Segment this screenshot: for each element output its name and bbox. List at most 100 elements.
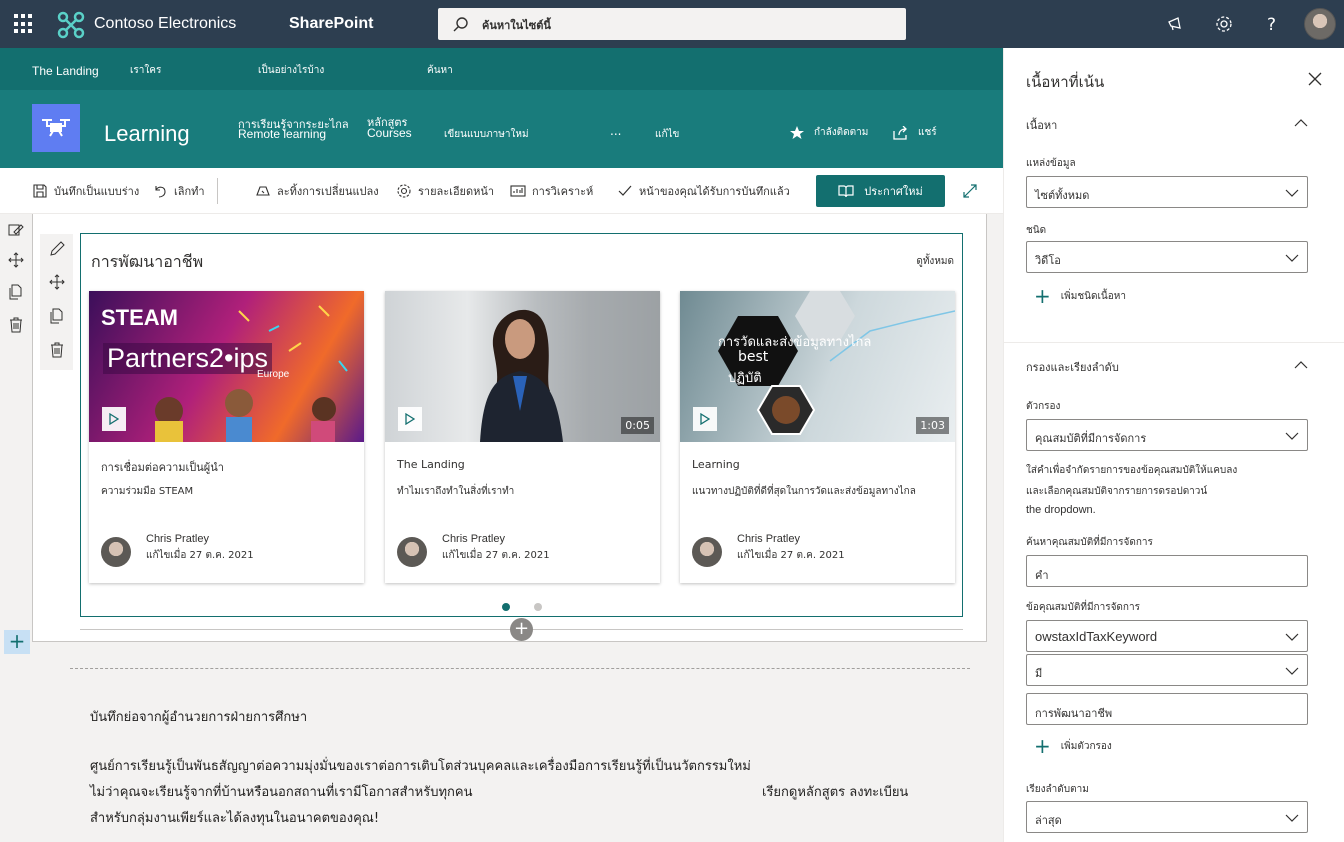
card-category[interactable]: การเชื่อมต่อความเป็นผู้นำ [101, 458, 224, 476]
video-thumbnail[interactable]: 0:05 [385, 291, 660, 442]
filter-help-line-2: และเลือกคุณสมบัติจากรายการดรอปดาวน์ [1026, 486, 1208, 497]
search-input[interactable]: ค้นหาในไซต์นี้ [482, 16, 551, 34]
page-details-button[interactable]: รายละเอียดหน้า [396, 182, 494, 200]
play-icon [405, 413, 415, 425]
video-card[interactable]: การวัดและส่งข้อมูลทางไกล best ปฏิบัติ 1:… [680, 291, 955, 583]
section-content-header[interactable]: เนื้อหา [1026, 116, 1057, 134]
panel-title: เนื้อหาที่เน้น [1026, 73, 1105, 91]
org-name[interactable]: Contoso Electronics [94, 15, 236, 33]
site-nav-edit[interactable]: แก้ไข [655, 127, 679, 142]
edit-section-icon[interactable] [8, 222, 24, 238]
text-paragraph-line-2[interactable]: ไม่ว่าคุณจะเรียนรู้จากที่บ้านหรือนอกสถาน… [90, 781, 473, 802]
play-icon [109, 413, 119, 425]
megaphone-icon[interactable] [1166, 14, 1186, 34]
card-title[interactable]: ความร่วมมือ STEAM [101, 484, 193, 499]
help-icon[interactable]: ? [1262, 14, 1282, 34]
card-category[interactable]: Learning [692, 458, 740, 471]
expand-icon[interactable] [962, 183, 978, 199]
chevron-up-icon[interactable] [1294, 360, 1308, 370]
filter-value: คุณสมบัติที่มีการจัดการ [1035, 432, 1147, 445]
play-button[interactable] [398, 407, 422, 431]
hub-nav-item-about[interactable]: เราใคร [130, 63, 161, 78]
site-nav-courses[interactable]: หลักสูตร Courses [367, 117, 412, 139]
duplicate-webpart-icon[interactable] [49, 308, 65, 324]
carousel-dot[interactable] [534, 603, 542, 611]
webpart-title: การพัฒนาอาชีพ [91, 252, 204, 271]
hub-nav: The Landing เราใคร เป็นอย่างไรบ้าง ค้นหา [0, 48, 1003, 90]
gear-icon[interactable] [1214, 14, 1234, 34]
follow-button[interactable]: กำลังติดตาม [790, 125, 868, 140]
site-logo[interactable] [32, 104, 80, 152]
move-icon[interactable] [8, 252, 24, 268]
see-all-link[interactable]: ดูทั้งหมด [916, 254, 954, 269]
card-category[interactable]: The Landing [397, 458, 465, 471]
saved-status-label: หน้าของคุณได้รับการบันทึกแล้ว [639, 185, 790, 198]
analytics-button[interactable]: การวิเคราะห์ [510, 182, 593, 200]
chevron-down-icon [1285, 814, 1299, 822]
chevron-down-icon [1285, 254, 1299, 262]
delete-icon[interactable] [8, 317, 24, 333]
sort-label: เรียงลำดับตาม [1026, 784, 1089, 795]
type-label: ชนิด [1026, 225, 1047, 236]
contoso-logo-icon[interactable] [56, 10, 86, 40]
carousel-dot-active[interactable] [502, 603, 510, 611]
site-title[interactable]: Learning [104, 121, 190, 147]
highlighted-content-webpart[interactable]: การพัฒนาอาชีพ ดูทั้งหมด STEAM Partners2•… [80, 233, 963, 617]
hub-nav-item-status[interactable]: เป็นอย่างไรบ้าง [258, 63, 324, 78]
card-title[interactable]: ทำไมเราถึงทำในสิ่งที่เราทำ [397, 484, 514, 499]
chevron-up-icon[interactable] [1294, 118, 1308, 128]
filter-dropdown[interactable]: คุณสมบัติที่มีการจัดการ [1026, 419, 1308, 451]
play-button[interactable] [102, 407, 126, 431]
text-paragraph-line-1[interactable]: ศูนย์การเรียนรู้เป็นพันธสัญญาต่อความมุ่ง… [90, 755, 751, 776]
author-avatar [101, 537, 131, 567]
hub-nav-item-landing[interactable]: The Landing [32, 64, 99, 78]
video-card[interactable]: 0:05 The Landing ทำไมเราถึงทำในสิ่งที่เร… [385, 291, 660, 583]
site-nav-remote-learning[interactable]: การเรียนรู้จากระยะไกล Remote learning [238, 119, 349, 140]
site-nav-new-language[interactable]: เขียนแบบภาษาใหม่ [444, 127, 529, 142]
managed-property-dropdown[interactable]: owstaxIdTaxKeyword [1026, 620, 1308, 652]
video-card[interactable]: STEAM Partners2•ips Europe การเชื่อมต่อค… [89, 291, 364, 583]
search-box[interactable]: ค้นหาในไซต์นี้ [438, 8, 906, 40]
filter-label: ตัวกรอง [1026, 401, 1061, 412]
edit-webpart-icon[interactable] [49, 241, 65, 257]
section-filter-header[interactable]: กรองและเรียงลำดับ [1026, 358, 1119, 376]
source-label: แหล่งข้อมูล [1026, 158, 1076, 169]
discard-icon [256, 186, 270, 196]
duplicate-icon[interactable] [8, 284, 24, 300]
avatar[interactable] [1304, 8, 1336, 40]
thumbnail-text-steam: STEAM [101, 305, 178, 330]
move-webpart-icon[interactable] [49, 274, 65, 290]
app-name[interactable]: SharePoint [289, 15, 373, 33]
close-icon[interactable] [1308, 72, 1322, 86]
command-divider [217, 178, 218, 204]
card-title[interactable]: แนวทางปฏิบัติที่ดีที่สุดในการวัดและส่งข้… [692, 484, 916, 499]
add-section-button[interactable]: + [4, 630, 30, 654]
keyword-input[interactable]: การพัฒนาอาชีพ [1026, 693, 1308, 725]
republish-button[interactable]: ประกาศใหม่ [816, 175, 945, 207]
text-paragraph-line-2-end[interactable]: เรียกดูหลักสูตร ลงทะเบียน [762, 781, 908, 802]
add-content-type-button[interactable]: + เพิ่มชนิดเนื้อหา [1034, 284, 1126, 308]
hexagon-graphic [718, 291, 955, 435]
source-dropdown[interactable]: ไซต์ทั้งหมด [1026, 176, 1308, 208]
text-heading[interactable]: บันทึกย่อจากผู้อำนวยการฝ่ายการศึกษา [90, 706, 307, 727]
add-filter-button[interactable]: + เพิ่มตัวกรอง [1034, 734, 1112, 758]
delete-webpart-icon[interactable] [49, 342, 65, 358]
site-nav-more[interactable]: ... [610, 124, 621, 138]
save-draft-button[interactable]: บันทึกเป็นแบบร่าง [32, 182, 139, 200]
type-dropdown[interactable]: วิดีโอ [1026, 241, 1308, 273]
sort-dropdown[interactable]: ล่าสุด [1026, 801, 1308, 833]
chevron-down-icon [1285, 189, 1299, 197]
video-thumbnail[interactable]: STEAM Partners2•ips Europe [89, 291, 364, 442]
waffle-icon[interactable] [14, 14, 34, 34]
add-webpart-button[interactable]: + [510, 618, 533, 641]
text-paragraph-line-3[interactable]: สำหรับกลุ่มงานเพียร์และได้ลงทุนในอนาคตขอ… [90, 807, 379, 828]
video-thumbnail[interactable]: การวัดและส่งข้อมูลทางไกล best ปฏิบัติ 1:… [680, 291, 955, 442]
search-property-input[interactable]: คำ [1026, 555, 1308, 587]
discard-changes-button[interactable]: ละทิ้งการเปลี่ยนแปลง [255, 182, 379, 200]
operator-dropdown[interactable]: มี [1026, 654, 1308, 686]
share-button[interactable]: แชร์ [893, 125, 937, 140]
undo-button[interactable]: เลิกทำ [152, 182, 205, 200]
hub-nav-item-search[interactable]: ค้นหา [427, 63, 453, 78]
webpart-toolbar [40, 234, 73, 370]
play-button[interactable] [693, 407, 717, 431]
